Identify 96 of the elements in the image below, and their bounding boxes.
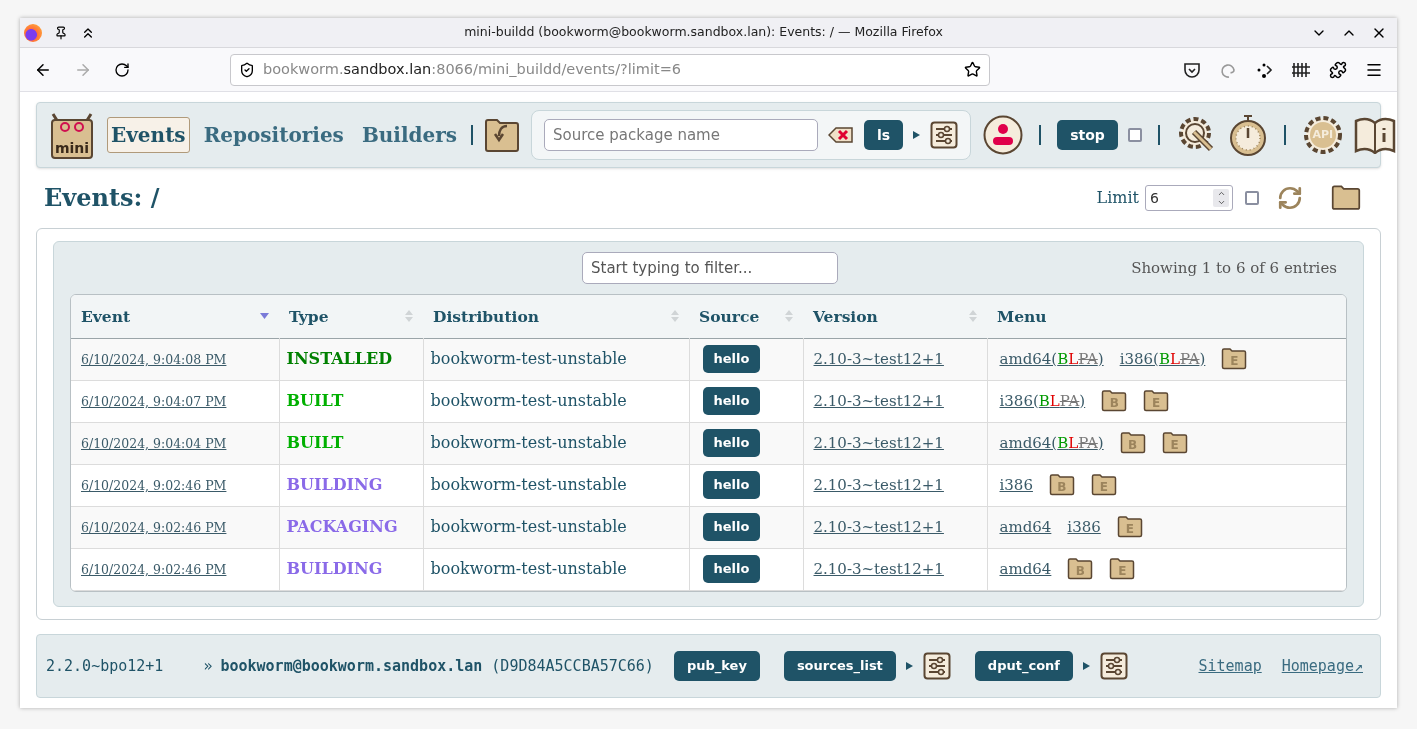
nav-tab[interactable]: Builders [357, 117, 462, 153]
arch-link[interactable]: amd64(BLPA) [999, 347, 1104, 371]
nav-tab[interactable]: Repositories [199, 117, 348, 153]
chevron-text: » [203, 655, 213, 677]
bookmark-star-icon[interactable] [964, 61, 981, 78]
fence-icon[interactable] [1291, 60, 1311, 79]
key-id-text: (D9D84A5CCBA57C66) [491, 655, 654, 677]
folder-download-icon[interactable] [483, 116, 522, 154]
triangle-icon [905, 662, 913, 670]
checkbox[interactable] [1127, 128, 1142, 142]
footer-button[interactable]: dput_conf [974, 651, 1073, 681]
shield-icon [239, 61, 255, 78]
version-text: 2.2.0~bpo12+1 [46, 655, 164, 677]
extensions-icon[interactable] [1329, 60, 1347, 79]
column-header[interactable]: Event [71, 295, 279, 338]
arch-link[interactable]: i386(BLPA) [1119, 347, 1206, 371]
column-header[interactable]: Source [689, 295, 803, 338]
user-avatar-icon[interactable] [983, 115, 1024, 155]
event-link[interactable]: 6/10/2024, 9:04:08 PM [81, 351, 227, 367]
arch-link[interactable]: amd64(BLPA) [999, 431, 1104, 455]
stop-button[interactable]: stop [1057, 120, 1118, 150]
event-link[interactable]: 6/10/2024, 9:02:46 PM [81, 519, 227, 535]
url-bar[interactable]: bookworm.sandbox.lan:8066/mini_buildd/events/?limit=6 [230, 53, 990, 86]
stopwatch-icon[interactable] [1227, 114, 1268, 156]
source-button[interactable]: hello [702, 471, 761, 499]
event-link[interactable]: 6/10/2024, 9:02:46 PM [81, 561, 227, 577]
url-text: bookworm.sandbox.lan:8066/mini_buildd/events/?limit=6 [263, 59, 683, 79]
arch-link[interactable]: i386 [999, 473, 1033, 497]
book-info-icon[interactable] [1353, 116, 1396, 154]
checkbox[interactable] [1245, 191, 1259, 205]
clear-input-icon[interactable] [828, 126, 855, 144]
arch-link[interactable]: i386(BLPA) [999, 389, 1086, 413]
event-type: INSTALLED [286, 349, 393, 368]
source-button[interactable]: hello [702, 429, 761, 457]
column-header[interactable]: Distribution [423, 295, 689, 338]
window-title: mini-buildd (bookworm@bookworm.sandbox.lan): Events: / — Mozilla Firefox [463, 23, 944, 42]
sort-icon [405, 309, 413, 324]
source-button[interactable]: hello [702, 387, 761, 415]
pin-icon[interactable] [54, 25, 68, 40]
footer-link[interactable]: Homepage↗ [1281, 654, 1363, 678]
version-link[interactable]: 2.10-3~test12+1 [813, 391, 944, 410]
arch-link[interactable]: amd64 [999, 557, 1052, 581]
event-link[interactable]: 6/10/2024, 9:02:46 PM [81, 477, 227, 493]
page-title: Events: / [44, 182, 160, 214]
entries-info: Showing 1 to 6 of 6 entries [1131, 257, 1337, 279]
distribution-text: bookworm-test-unstable [430, 433, 627, 452]
footer-link[interactable]: Sitemap [1198, 654, 1262, 678]
version-link[interactable]: 2.10-3~test12+1 [813, 517, 944, 536]
event-type: BUILDING [286, 559, 383, 578]
footer-button[interactable]: pub_key [673, 651, 760, 681]
version-link[interactable]: 2.10-3~test12+1 [813, 349, 944, 368]
distribution-text: bookworm-test-unstable [430, 349, 627, 368]
event-link[interactable]: 6/10/2024, 9:04:04 PM [81, 435, 227, 451]
event-type: PACKAGING [286, 517, 398, 536]
triangle-icon [913, 131, 921, 139]
settings-sliders-icon[interactable] [930, 121, 959, 149]
sort-descending-icon [260, 313, 269, 320]
distribution-text: bookworm-test-unstable [430, 475, 627, 494]
folder-button[interactable] [1331, 185, 1361, 211]
distribution-text: bookworm-test-unstable [430, 391, 627, 410]
spinner-icon[interactable] [1213, 189, 1229, 207]
filter-field[interactable]: Start typing to filter... [582, 252, 838, 284]
triangle-icon [1083, 662, 1090, 670]
source-button[interactable]: hello [702, 513, 761, 541]
limit-field[interactable]: 6 [1145, 185, 1233, 211]
settings-sliders-icon[interactable] [922, 652, 951, 680]
event-type: BUILDING [286, 475, 383, 494]
version-link[interactable]: 2.10-3~test12+1 [813, 475, 944, 494]
refresh-icon[interactable] [1277, 185, 1303, 211]
event-type: BUILT [286, 391, 344, 410]
sort-icon [785, 309, 793, 324]
arch-link[interactable]: i386 [1067, 515, 1101, 539]
ls-button[interactable]: ls [864, 120, 904, 150]
event-link[interactable]: 6/10/2024, 9:04:07 PM [81, 393, 227, 409]
event-type: BUILT [286, 433, 344, 452]
column-header[interactable]: Version [803, 295, 987, 338]
version-link[interactable]: 2.10-3~test12+1 [813, 433, 944, 452]
source-button[interactable]: hello [702, 555, 761, 583]
sort-icon [969, 309, 977, 324]
distribution-text: bookworm-test-unstable [430, 559, 627, 578]
user-text: bookworm@bookworm.sandbox.lan [220, 655, 483, 677]
source-button[interactable]: hello [702, 345, 761, 373]
sort-icon [671, 309, 679, 324]
pocket-icon[interactable] [1183, 60, 1201, 79]
settings-sliders-icon[interactable] [1100, 652, 1128, 680]
column-header[interactable]: Type [279, 295, 423, 338]
limit-label: Limit [1096, 187, 1139, 209]
firefox-logo-icon [24, 23, 42, 42]
version-link[interactable]: 2.10-3~test12+1 [813, 559, 944, 578]
reload-icon[interactable] [114, 61, 130, 78]
nav-tab[interactable]: Events [107, 117, 190, 153]
arch-link[interactable]: amd64 [999, 515, 1052, 539]
column-header[interactable]: Menu [987, 295, 1346, 338]
footer-button[interactable]: sources_list [783, 651, 896, 681]
distribution-text: bookworm-test-unstable [430, 517, 627, 536]
source-search-field[interactable]: Source package name [544, 119, 819, 151]
